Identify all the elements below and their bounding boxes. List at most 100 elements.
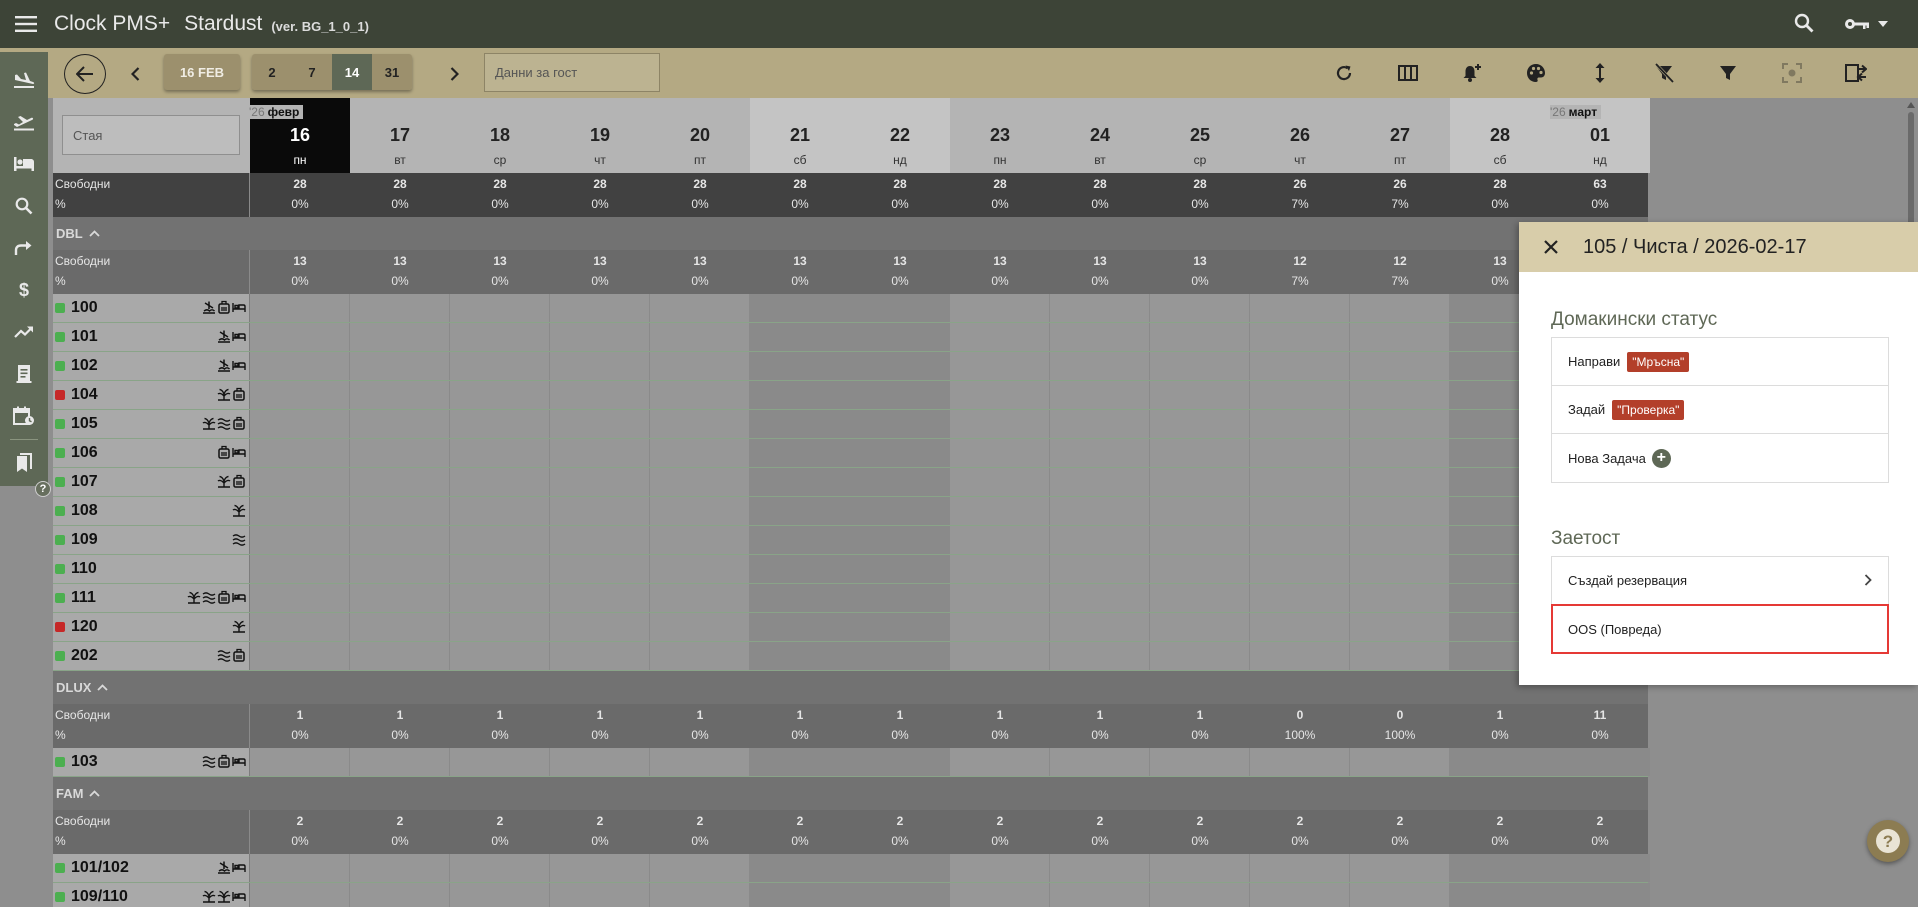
room-type-header[interactable]: DBL (53, 217, 1648, 250)
calendar-cell[interactable] (650, 294, 750, 322)
calendar-cell[interactable] (1050, 468, 1150, 496)
current-date-button[interactable]: 16 FEB (164, 54, 240, 90)
calendar-cell[interactable] (1050, 748, 1150, 776)
calendar-cell[interactable] (1050, 352, 1150, 380)
calendar-cell[interactable] (950, 526, 1050, 554)
calendar-cell[interactable] (450, 584, 550, 612)
calendar-cell[interactable] (950, 410, 1050, 438)
calendar-cell[interactable] (450, 748, 550, 776)
room-label[interactable]: 104 (53, 381, 250, 409)
calendar-cell[interactable] (950, 323, 1050, 351)
day-column[interactable]: 21 сб (750, 98, 850, 173)
room-type-header[interactable]: FAM (53, 777, 1648, 810)
calendar-cell[interactable] (650, 642, 750, 670)
calendar-cell[interactable] (250, 323, 350, 351)
calendar-cell[interactable] (450, 294, 550, 322)
calendar-cell[interactable] (1050, 526, 1150, 554)
calendar-cell[interactable] (1250, 854, 1350, 882)
calendar-cell[interactable] (850, 526, 950, 554)
calendar-cell[interactable] (1150, 468, 1250, 496)
sidebar-item-arrivals[interactable] (0, 59, 48, 101)
calendar-cell[interactable] (250, 468, 350, 496)
calendar-cell[interactable] (550, 748, 650, 776)
back-button[interactable] (64, 54, 106, 94)
calendar-cell[interactable] (1250, 381, 1350, 409)
day-column[interactable]: 28 сб (1450, 98, 1550, 173)
calendar-cell[interactable] (650, 584, 750, 612)
calendar-cell[interactable] (1150, 883, 1250, 907)
calendar-cell[interactable] (1350, 748, 1450, 776)
calendar-cell[interactable] (650, 439, 750, 467)
calendar-cell[interactable] (850, 323, 950, 351)
room-label[interactable]: 111 (53, 584, 250, 612)
calendar-cell[interactable] (1350, 555, 1450, 583)
calendar-cell[interactable] (1550, 748, 1650, 776)
calendar-cell[interactable] (750, 381, 850, 409)
calendar-cell[interactable] (650, 410, 750, 438)
day-column[interactable]: 22 нд (850, 98, 950, 173)
zoom-option[interactable]: 31 (372, 54, 412, 90)
day-column[interactable]: 17 вт (350, 98, 450, 173)
calendar-cell[interactable] (650, 854, 750, 882)
room-label[interactable]: 101 (53, 323, 250, 351)
create-reservation-button[interactable]: Създай резервация (1552, 557, 1888, 605)
calendar-cell[interactable] (250, 555, 350, 583)
calendar-cell[interactable] (850, 854, 950, 882)
calendar-cell[interactable] (950, 497, 1050, 525)
calendar-cell[interactable] (950, 294, 1050, 322)
calendar-cell[interactable] (750, 294, 850, 322)
calendar-cell[interactable] (350, 883, 450, 907)
calendar-cell[interactable] (750, 352, 850, 380)
menu-icon[interactable] (0, 0, 52, 48)
calendar-cell[interactable] (950, 352, 1050, 380)
calendar-cell[interactable] (1050, 642, 1150, 670)
calendar-cell[interactable] (550, 854, 650, 882)
room-label[interactable]: 108 (53, 497, 250, 525)
chevron-up-icon[interactable] (89, 790, 101, 797)
calendar-cell[interactable] (550, 526, 650, 554)
calendar-cell[interactable] (750, 854, 850, 882)
calendar-cell[interactable] (1450, 854, 1550, 882)
filter-icon[interactable] (1696, 48, 1760, 98)
calendar-cell[interactable] (750, 439, 850, 467)
key-icon[interactable] (1844, 17, 1888, 31)
sidebar-item-finance[interactable]: $ (0, 269, 48, 311)
calendar-cell[interactable] (1250, 439, 1350, 467)
calendar-cell[interactable] (450, 854, 550, 882)
calendar-cell[interactable] (650, 526, 750, 554)
day-column[interactable]: 26 чт (1250, 98, 1350, 173)
calendar-cell[interactable] (750, 883, 850, 907)
calendar-cell[interactable] (550, 468, 650, 496)
day-column[interactable]: 25 ср (1150, 98, 1250, 173)
calendar-cell[interactable] (350, 748, 450, 776)
calendar-cell[interactable] (1050, 613, 1150, 641)
refresh-icon[interactable] (1312, 48, 1376, 98)
calendar-cell[interactable] (550, 497, 650, 525)
filter-off-icon[interactable] (1632, 48, 1696, 98)
calendar-cell[interactable] (250, 410, 350, 438)
calendar-cell[interactable] (1050, 555, 1150, 583)
calendar-cell[interactable] (1450, 883, 1550, 907)
columns-icon[interactable] (1376, 48, 1440, 98)
calendar-cell[interactable] (250, 497, 350, 525)
zoom-option[interactable]: 2 (252, 54, 292, 90)
room-type-header[interactable]: DLUX (53, 671, 1648, 704)
room-label[interactable]: 107 (53, 468, 250, 496)
calendar-cell[interactable] (1350, 497, 1450, 525)
calendar-cell[interactable] (350, 642, 450, 670)
calendar-cell[interactable] (1350, 883, 1450, 907)
calendar-cell[interactable] (1050, 854, 1150, 882)
calendar-cell[interactable] (1250, 526, 1350, 554)
calendar-cell[interactable] (850, 555, 950, 583)
calendar-cell[interactable] (450, 883, 550, 907)
calendar-cell[interactable] (850, 294, 950, 322)
calendar-cell[interactable] (850, 613, 950, 641)
room-label[interactable]: 101/102 (53, 854, 250, 882)
calendar-cell[interactable] (250, 613, 350, 641)
calendar-cell[interactable] (950, 748, 1050, 776)
calendar-cell[interactable] (250, 381, 350, 409)
oos-button[interactable]: OOS (Повреда) (1551, 604, 1889, 654)
next-period-button[interactable] (442, 60, 466, 88)
room-label[interactable]: 102 (53, 352, 250, 380)
calendar-cell[interactable] (250, 526, 350, 554)
